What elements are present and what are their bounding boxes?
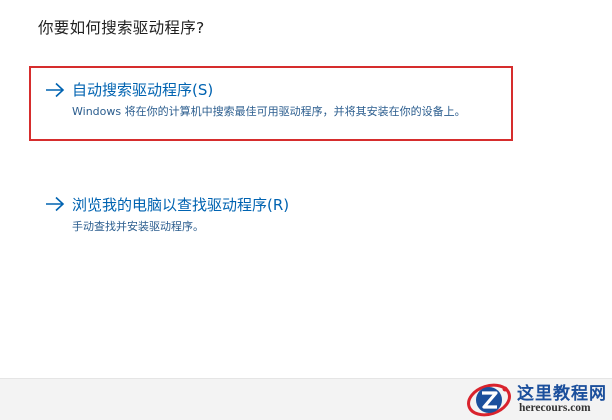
watermark-logo-icon bbox=[467, 383, 511, 417]
page-title: 你要如何搜索驱动程序? bbox=[38, 19, 205, 37]
driver-search-dialog: 你要如何搜索驱动程序? 自动搜索驱动程序(S) Windows 将在你的计算机中… bbox=[0, 0, 612, 420]
browse-computer-title[interactable]: 浏览我的电脑以查找驱动程序(R) bbox=[72, 194, 289, 215]
browse-computer-option[interactable]: 浏览我的电脑以查找驱动程序(R) 手动查找并安装驱动程序。 bbox=[29, 189, 513, 241]
browse-computer-description: 手动查找并安装驱动程序。 bbox=[72, 220, 204, 233]
auto-search-option[interactable]: 自动搜索驱动程序(S) Windows 将在你的计算机中搜索最佳可用驱动程序，并… bbox=[29, 66, 513, 141]
auto-search-description: Windows 将在你的计算机中搜索最佳可用驱动程序，并将其安装在你的设备上。 bbox=[72, 105, 466, 118]
watermark: 这里教程网 herecours.com bbox=[462, 377, 612, 420]
arrow-right-icon bbox=[46, 196, 65, 212]
watermark-name: 这里教程网 bbox=[517, 384, 607, 404]
watermark-domain: herecours.com bbox=[519, 402, 591, 414]
arrow-right-icon bbox=[46, 82, 65, 98]
auto-search-title[interactable]: 自动搜索驱动程序(S) bbox=[72, 79, 213, 100]
